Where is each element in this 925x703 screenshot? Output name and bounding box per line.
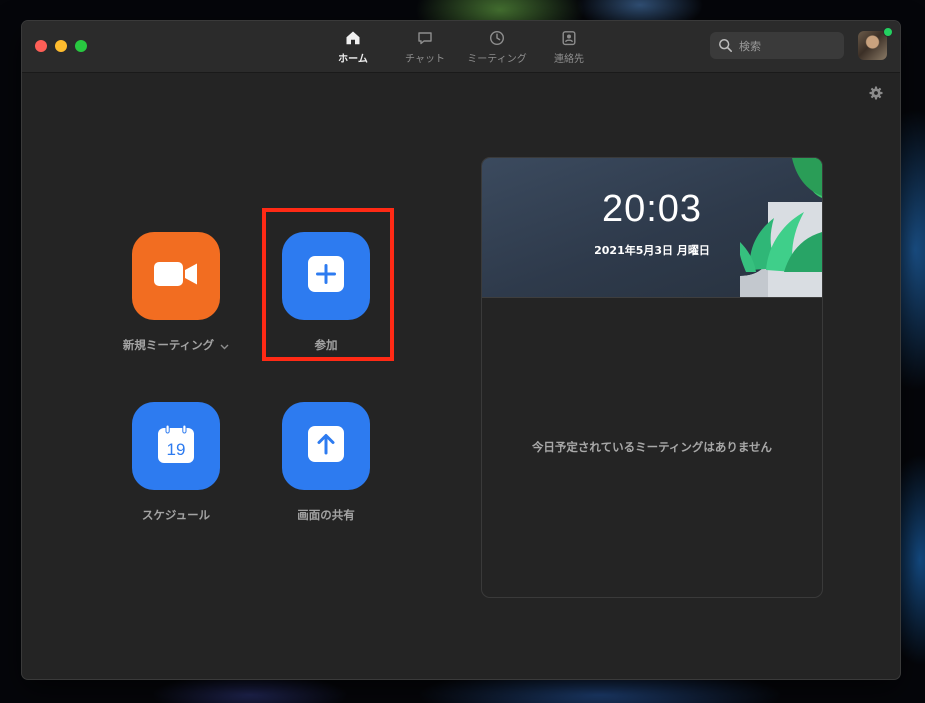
avatar[interactable] (858, 31, 887, 60)
new-meeting-button[interactable] (132, 232, 220, 320)
tab-contacts[interactable]: 連絡先 (534, 29, 604, 65)
calendar-day-text: 19 (167, 440, 186, 459)
search-input[interactable] (737, 32, 836, 61)
share-screen-button[interactable] (282, 402, 370, 490)
chevron-down-icon[interactable] (220, 339, 229, 353)
minimize-window-button[interactable] (55, 40, 67, 52)
upcoming-meetings-panel: 20:03 2021年5月3日 月曜日 今日予定されているミーティングはありませ… (481, 157, 823, 598)
tab-meetings[interactable]: ミーティング (462, 29, 532, 65)
tab-home[interactable]: ホーム (318, 29, 388, 65)
schedule-button[interactable]: 19 (132, 402, 220, 490)
new-meeting-label: 新規ミーティング (122, 338, 215, 352)
video-camera-icon (153, 260, 199, 292)
join-action[interactable]: 参加 (256, 232, 396, 353)
home-icon (318, 29, 388, 47)
plant-illustration (739, 158, 822, 301)
schedule-action[interactable]: 19 スケジュール (106, 402, 246, 523)
join-button[interactable] (282, 232, 370, 320)
tab-home-label: ホーム (338, 54, 368, 65)
plus-icon (308, 256, 344, 296)
search-box[interactable] (710, 32, 844, 61)
join-label: 参加 (314, 338, 338, 352)
chat-icon (390, 29, 460, 47)
online-status-indicator (883, 27, 893, 37)
share-screen-icon (308, 426, 344, 466)
zoom-main-window: ホーム チャット ミーティング 連絡先 検索 新規ミーティング 参加 19 スケ… (22, 21, 900, 679)
new-meeting-action[interactable]: 新規ミーティング (106, 232, 246, 353)
calendar-icon: 19 (158, 424, 194, 467)
tab-chat-label: チャット (405, 54, 445, 65)
share-screen-label: 画面の共有 (297, 508, 355, 522)
date-time-banner: 20:03 2021年5月3日 月曜日 (482, 158, 822, 298)
share-screen-action[interactable]: 画面の共有 (256, 402, 396, 523)
tab-chat[interactable]: チャット (390, 29, 460, 65)
settings-gear-icon[interactable] (869, 85, 883, 104)
no-meetings-message: 今日予定されているミーティングはありません (531, 440, 773, 454)
clock-icon (462, 29, 532, 47)
schedule-label: スケジュール (141, 508, 211, 522)
zoom-window-button[interactable] (75, 40, 87, 52)
close-window-button[interactable] (35, 40, 47, 52)
tab-meetings-label: ミーティング (467, 54, 527, 65)
tab-contacts-label: 連絡先 (554, 54, 584, 65)
contacts-icon (534, 29, 604, 47)
search-icon (718, 38, 733, 57)
title-bar: ホーム チャット ミーティング 連絡先 検索 (22, 21, 900, 73)
